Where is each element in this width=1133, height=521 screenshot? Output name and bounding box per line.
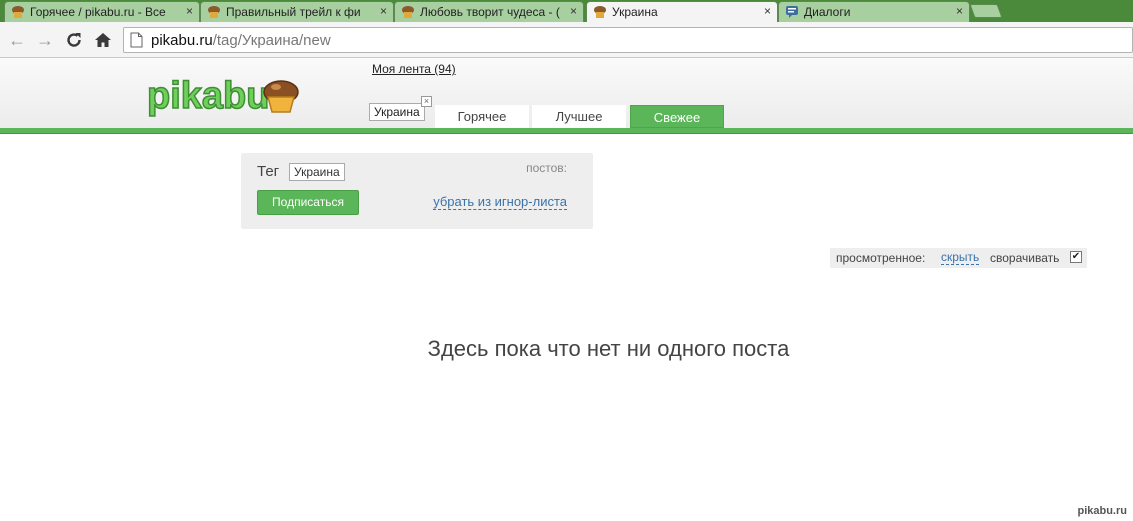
browser-tab-title: Горячее / pikabu.ru - Все: [30, 5, 166, 19]
browser-toolbar: ← → pikabu.ru/tag/Украина/new: [0, 22, 1133, 58]
pikabu-favicon-icon: [208, 6, 220, 18]
pikabu-logo[interactable]: pikabu: [145, 72, 305, 118]
browser-tab-dialogs[interactable]: Диалоги ×: [778, 1, 970, 22]
browser-tab-strip: Горячее / pikabu.ru - Все × Правильный т…: [0, 0, 1133, 22]
address-bar[interactable]: pikabu.ru/tag/Украина/new: [123, 27, 1133, 53]
browser-tab-hot[interactable]: Горячее / pikabu.ru - Все ×: [4, 1, 200, 22]
header-accent-bar: [0, 128, 1133, 134]
tab-hot[interactable]: Горячее: [435, 105, 529, 128]
browser-tab-ukraine[interactable]: Украина ×: [586, 1, 778, 22]
site-header: pikabu Моя лента (94) Украина × Горячее …: [0, 58, 1133, 128]
close-icon[interactable]: ×: [380, 4, 387, 18]
collapse-label: сворачивать: [990, 251, 1060, 265]
browser-tab-title: Правильный трейл к фи: [226, 5, 361, 19]
new-tab-button[interactable]: [969, 4, 1003, 18]
close-icon[interactable]: ×: [764, 4, 771, 18]
close-icon[interactable]: ×: [570, 4, 577, 18]
svg-text:pikabu: pikabu: [147, 75, 269, 117]
browser-tab-trail[interactable]: Правильный трейл к фи ×: [200, 1, 394, 22]
remove-tag-icon[interactable]: ×: [421, 96, 432, 107]
browser-tab-title: Любовь творит чудеса - (: [420, 5, 560, 19]
my-feed-link[interactable]: Моя лента (94): [372, 62, 456, 76]
viewed-label: просмотренное:: [836, 251, 926, 265]
close-icon[interactable]: ×: [186, 4, 193, 18]
hide-viewed-link[interactable]: скрыть: [941, 251, 980, 265]
address-url: pikabu.ru/tag/Украина/new: [151, 32, 331, 49]
posts-count-label: постов:: [526, 161, 567, 175]
chat-bubble-icon: [786, 6, 798, 18]
current-tag-chip[interactable]: Украина: [369, 103, 425, 121]
home-icon[interactable]: [93, 30, 113, 50]
tab-best[interactable]: Лучшее: [532, 105, 626, 128]
pikabu-favicon-icon: [402, 6, 414, 18]
reload-icon[interactable]: [64, 30, 84, 50]
pikabu-favicon-icon: [594, 6, 606, 18]
forward-arrow-icon[interactable]: →: [34, 29, 56, 51]
tag-label: Тег: [257, 163, 280, 180]
viewed-posts-controls: просмотренное: скрыть сворачивать ✔: [830, 248, 1087, 268]
tag-info-panel: Тег Украина постов: Подписаться убрать и…: [241, 153, 593, 229]
browser-tab-title: Украина: [612, 5, 658, 19]
url-host: pikabu.ru: [151, 32, 213, 49]
tab-fresh[interactable]: Свежее: [630, 105, 724, 128]
empty-posts-message: Здесь пока что нет ни одного поста: [427, 336, 790, 361]
url-path: /tag/Украина/new: [212, 32, 331, 49]
browser-tab-love[interactable]: Любовь творит чудеса - ( ×: [394, 1, 584, 22]
close-icon[interactable]: ×: [956, 4, 963, 18]
tag-name-badge: Украина: [289, 163, 345, 181]
pikabu-favicon-icon: [12, 6, 24, 18]
collapse-checkbox[interactable]: ✔: [1070, 251, 1082, 263]
watermark: pikabu.ru: [1077, 505, 1127, 517]
subscribe-button[interactable]: Подписаться: [257, 190, 359, 215]
page-icon: [130, 32, 143, 48]
remove-from-ignore-link[interactable]: убрать из игнор-листа: [433, 194, 567, 210]
browser-tab-title: Диалоги: [804, 5, 851, 19]
back-arrow-icon[interactable]: ←: [6, 29, 28, 51]
